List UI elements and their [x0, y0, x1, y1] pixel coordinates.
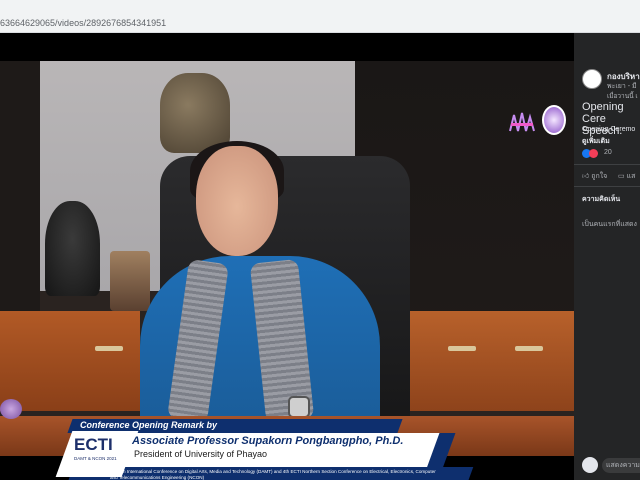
speaker-face: [196, 146, 278, 256]
browser-url-bar[interactable]: 63664629065/videos/2892676854341951: [0, 0, 640, 33]
comments-heading: ความคิดเห็น: [582, 196, 621, 203]
cabinet-left: [0, 311, 140, 411]
vase-decor: [160, 73, 230, 153]
user-avatar: [582, 457, 598, 473]
conference-description: The 6th International Conference on Digi…: [110, 469, 436, 480]
reaction-count[interactable]: 20: [604, 149, 612, 156]
like-button-label: ถูกใจ: [591, 173, 608, 180]
ecti-logo-subtitle: DAMT & NCON 2021: [74, 456, 117, 461]
wristwatch: [288, 396, 310, 418]
comment-input[interactable]: แสดงความ: [602, 458, 640, 473]
post-body: Opening Ceremo: [582, 126, 636, 133]
love-reaction-icon[interactable]: [589, 149, 598, 158]
divider: [574, 186, 640, 187]
speaker-name: Associate Professor Supakorn Pongbangpho…: [132, 435, 404, 447]
divider: [574, 164, 640, 165]
buddha-statue: [45, 201, 100, 296]
ecti-logo-text: ECTI: [74, 435, 113, 454]
video-player[interactable]: Conference Opening Remark by ECTI DAMT &…: [0, 33, 574, 480]
comment-button-label: แส: [626, 173, 636, 180]
comments-empty-message: เป็นคนแรกที่แสดง: [582, 221, 637, 228]
cabinet-handle: [95, 346, 123, 351]
university-seal-icon: [542, 105, 566, 135]
ecti-logo-icon: [509, 112, 535, 132]
lamp-decor: [110, 251, 150, 311]
page-avatar[interactable]: [582, 69, 602, 89]
post-timestamp[interactable]: เมื่อวานนี้ เ: [607, 91, 638, 101]
lower-third-banner: Conference Opening Remark by ECTI DAMT &…: [30, 419, 474, 480]
video-frame: [0, 61, 574, 456]
cabinet-handle: [448, 346, 476, 351]
banner-header-text: Conference Opening Remark by: [80, 420, 218, 430]
like-button[interactable]: 👍︎ ถูกใจ: [582, 171, 607, 182]
cabinet-right: [410, 311, 574, 411]
see-more-link[interactable]: ดูเพิ่มเติม: [582, 136, 610, 147]
comment-button[interactable]: ▭ แส: [618, 171, 635, 182]
flower-decor: [0, 399, 22, 419]
conference-logos: [508, 105, 568, 137]
thumbs-up-icon: 👍︎: [582, 173, 590, 180]
url-text[interactable]: 63664629065/videos/2892676854341951: [0, 18, 166, 28]
cabinet-handle: [515, 346, 543, 351]
comment-icon: ▭: [618, 173, 625, 180]
post-sidebar: กองบริหาร พะเยา - มี เมื่อวานนี้ เ Openi…: [574, 33, 640, 480]
speaker-role: President of University of Phayao: [134, 449, 268, 459]
